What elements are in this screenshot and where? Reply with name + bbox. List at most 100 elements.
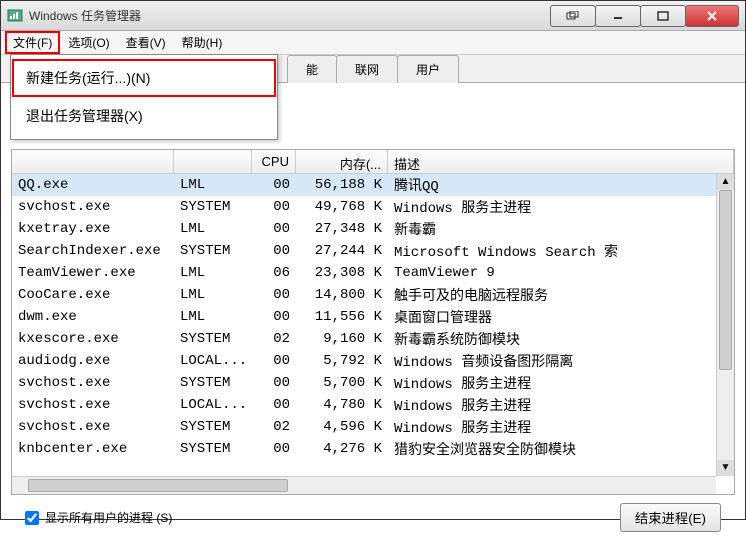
cell-proc: TeamViewer.exe (12, 263, 174, 283)
minimize-button[interactable] (595, 5, 641, 27)
table-row[interactable]: knbcenter.exeSYSTEM004,276 K猎豹安全浏览器安全防御模… (12, 438, 734, 460)
cell-mem: 5,700 K (296, 373, 388, 393)
cell-user: LOCAL... (174, 395, 252, 415)
cell-proc: audiodg.exe (12, 351, 174, 371)
cell-cpu: 00 (252, 439, 296, 459)
col-memory[interactable]: 内存(... (296, 150, 388, 173)
footer: 显示所有用户的进程 (S) 结束进程(E) (11, 495, 735, 540)
menu-new-task[interactable]: 新建任务(运行...)(N) (12, 59, 276, 97)
cell-cpu: 00 (252, 351, 296, 371)
table-row[interactable]: svchost.exeSYSTEM0049,768 KWindows 服务主进程 (12, 196, 734, 218)
cell-user: LML (174, 263, 252, 283)
show-all-users-label: 显示所有用户的进程 (S) (45, 509, 172, 526)
cell-user: SYSTEM (174, 241, 252, 261)
vertical-scrollbar[interactable]: ▲ ▼ (716, 174, 734, 476)
cell-proc: SearchIndexer.exe (12, 241, 174, 261)
menu-options[interactable]: 选项(O) (60, 31, 117, 54)
cell-proc: dwm.exe (12, 307, 174, 327)
col-cpu[interactable]: CPU (252, 150, 296, 173)
cell-proc: svchost.exe (12, 197, 174, 217)
table-header: CPU 内存(... 描述 (12, 150, 734, 174)
table-row[interactable]: CooCare.exeLML0014,800 K触手可及的电脑远程服务 (12, 284, 734, 306)
cell-mem: 5,792 K (296, 351, 388, 371)
menubar: 文件(F) 选项(O) 查看(V) 帮助(H) (1, 31, 745, 55)
cell-proc: kxetray.exe (12, 219, 174, 239)
tab-performance[interactable]: 能 (287, 55, 337, 83)
window-controls (551, 5, 739, 27)
cell-mem: 4,596 K (296, 417, 388, 437)
cell-user: SYSTEM (174, 417, 252, 437)
cell-desc: TeamViewer 9 (388, 263, 734, 283)
app-icon (7, 8, 23, 24)
cell-desc: Windows 服务主进程 (388, 195, 734, 219)
tab-network[interactable]: 联网 (336, 55, 398, 83)
cell-desc: 新毒霸系统防御模块 (388, 327, 734, 351)
cell-proc: knbcenter.exe (12, 439, 174, 459)
cell-user: SYSTEM (174, 439, 252, 459)
cell-mem: 23,308 K (296, 263, 388, 283)
show-all-users-input[interactable] (25, 511, 39, 525)
cell-proc: kxescore.exe (12, 329, 174, 349)
scroll-down-arrow[interactable]: ▼ (717, 460, 734, 476)
cell-mem: 27,244 K (296, 241, 388, 261)
cell-proc: CooCare.exe (12, 285, 174, 305)
cell-desc: Windows 服务主进程 (388, 415, 734, 439)
cell-user: LML (174, 307, 252, 327)
col-user[interactable] (174, 150, 252, 173)
table-row[interactable]: svchost.exeSYSTEM024,596 KWindows 服务主进程 (12, 416, 734, 438)
cell-proc: svchost.exe (12, 395, 174, 415)
col-process[interactable] (12, 150, 174, 173)
cell-mem: 4,276 K (296, 439, 388, 459)
table-row[interactable]: svchost.exeSYSTEM005,700 KWindows 服务主进程 (12, 372, 734, 394)
show-all-users-checkbox[interactable]: 显示所有用户的进程 (S) (25, 509, 172, 526)
cell-mem: 49,768 K (296, 197, 388, 217)
cell-proc: svchost.exe (12, 373, 174, 393)
cell-desc: 猎豹安全浏览器安全防御模块 (388, 437, 734, 461)
maximize-button[interactable] (640, 5, 686, 27)
table-row[interactable]: TeamViewer.exeLML0623,308 KTeamViewer 9 (12, 262, 734, 284)
end-process-button[interactable]: 结束进程(E) (620, 503, 721, 532)
table-row[interactable]: audiodg.exeLOCAL...005,792 KWindows 音频设备… (12, 350, 734, 372)
table-row[interactable]: QQ.exeLML0056,188 K腾讯QQ (12, 174, 734, 196)
cell-proc: svchost.exe (12, 417, 174, 437)
table-body: QQ.exeLML0056,188 K腾讯QQsvchost.exeSYSTEM… (12, 174, 734, 474)
cell-cpu: 00 (252, 219, 296, 239)
cell-mem: 14,800 K (296, 285, 388, 305)
col-description[interactable]: 描述 (388, 150, 734, 173)
table-row[interactable]: kxescore.exeSYSTEM029,160 K新毒霸系统防御模块 (12, 328, 734, 350)
table-row[interactable]: svchost.exeLOCAL...004,780 KWindows 服务主进… (12, 394, 734, 416)
cell-cpu: 00 (252, 285, 296, 305)
cell-mem: 4,780 K (296, 395, 388, 415)
cell-cpu: 02 (252, 417, 296, 437)
table-row[interactable]: dwm.exeLML0011,556 K桌面窗口管理器 (12, 306, 734, 328)
cell-user: LML (174, 285, 252, 305)
cell-user: SYSTEM (174, 329, 252, 349)
cell-desc: Windows 服务主进程 (388, 371, 734, 395)
scroll-up-arrow[interactable]: ▲ (717, 174, 734, 190)
cell-mem: 9,160 K (296, 329, 388, 349)
cell-cpu: 02 (252, 329, 296, 349)
tab-users[interactable]: 用户 (397, 55, 459, 83)
cell-desc: 桌面窗口管理器 (388, 305, 734, 329)
cell-user: SYSTEM (174, 373, 252, 393)
cell-cpu: 00 (252, 241, 296, 261)
cell-desc: Microsoft Windows Search 索 (388, 239, 734, 263)
menu-file[interactable]: 文件(F) (5, 31, 60, 54)
scroll-thumb-h[interactable] (28, 479, 288, 492)
scroll-thumb-v[interactable] (719, 190, 732, 370)
close-button[interactable] (685, 5, 739, 27)
menu-view[interactable]: 查看(V) (118, 31, 174, 54)
horizontal-scrollbar[interactable] (12, 476, 716, 494)
table-row[interactable]: kxetray.exeLML0027,348 K新毒霸 (12, 218, 734, 240)
menu-help[interactable]: 帮助(H) (174, 31, 231, 54)
cell-mem: 11,556 K (296, 307, 388, 327)
cell-user: LML (174, 219, 252, 239)
restore-down-button[interactable] (550, 5, 596, 27)
table-row[interactable]: SearchIndexer.exeSYSTEM0027,244 KMicroso… (12, 240, 734, 262)
cell-user: LML (174, 175, 252, 195)
menu-exit[interactable]: 退出任务管理器(X) (12, 97, 276, 135)
cell-desc: 腾讯QQ (388, 174, 734, 197)
file-dropdown: 新建任务(运行...)(N) 退出任务管理器(X) (10, 54, 278, 140)
cell-user: SYSTEM (174, 197, 252, 217)
cell-mem: 56,188 K (296, 175, 388, 195)
